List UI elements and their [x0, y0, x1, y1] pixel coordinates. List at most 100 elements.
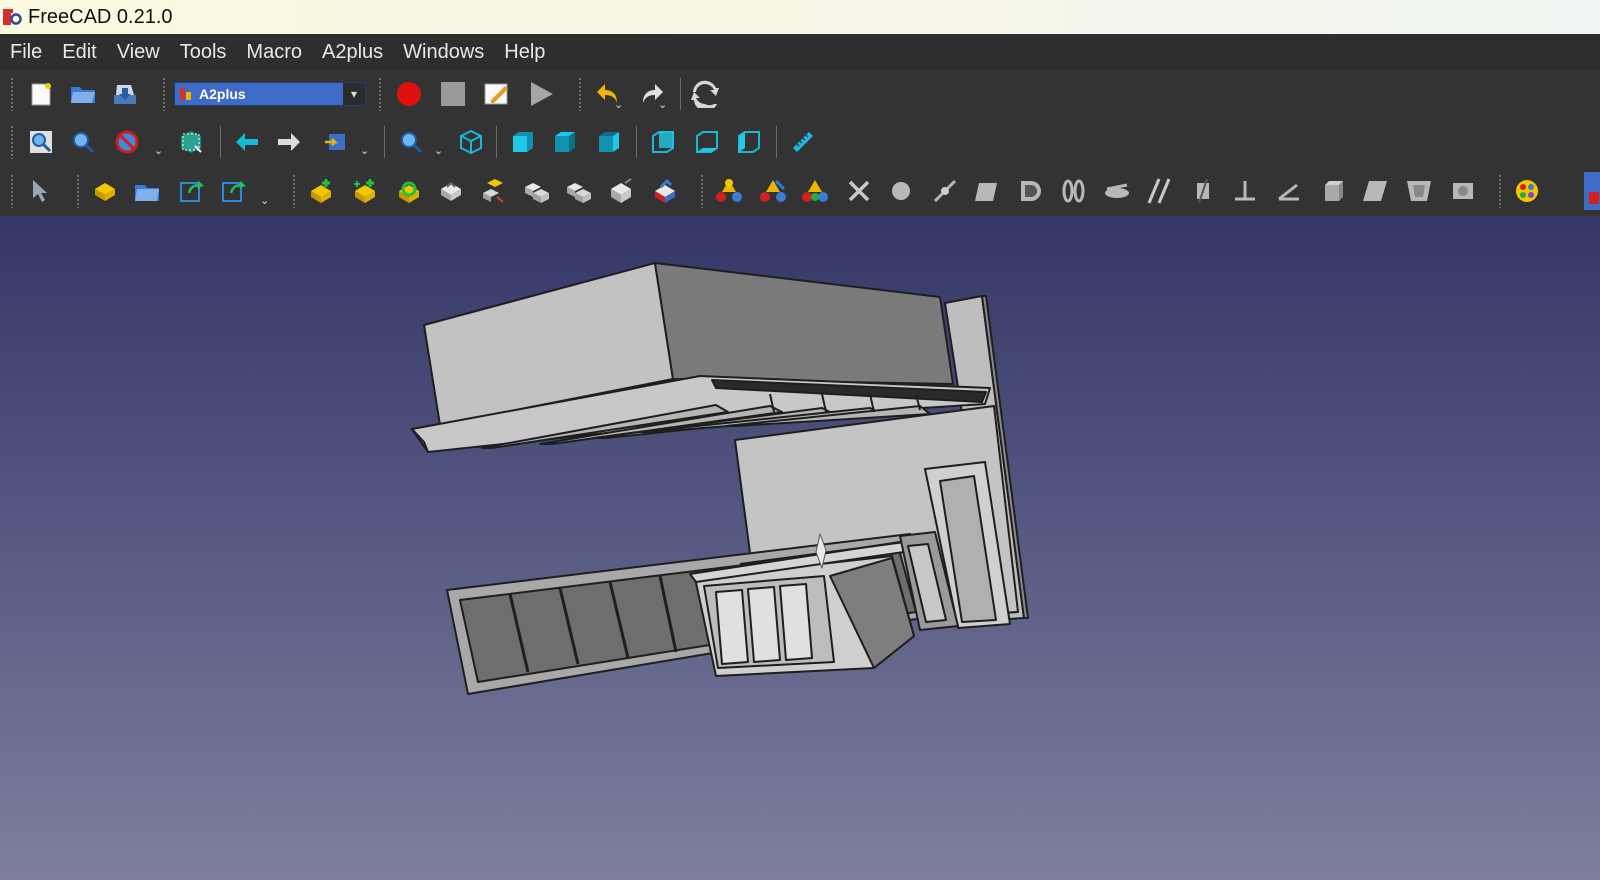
constraint-a-icon[interactable] — [650, 176, 680, 206]
a2plus-workbench-icon — [179, 86, 193, 102]
menu-tools[interactable]: Tools — [170, 34, 237, 70]
front-view-icon[interactable] — [508, 127, 538, 157]
back-icon[interactable] — [232, 127, 262, 157]
constraint-c-icon[interactable] — [758, 176, 788, 206]
axis-parallel-icon[interactable] — [1058, 176, 1088, 206]
add-part-icon[interactable] — [90, 176, 120, 206]
constraint-icon[interactable] — [436, 176, 466, 206]
macro-edit-icon[interactable] — [482, 79, 512, 109]
menu-a2plus[interactable]: A2plus — [312, 34, 393, 70]
toolbar-grip[interactable] — [292, 174, 296, 208]
axis-plane-parallel-icon[interactable] — [1102, 176, 1132, 206]
move-part-icon[interactable] — [606, 176, 636, 206]
toolbar-overflow-button[interactable] — [1584, 172, 1600, 210]
circular-edge-icon[interactable] — [972, 176, 1002, 206]
menu-view[interactable]: View — [107, 34, 170, 70]
toolbar-separator — [636, 126, 637, 158]
update-imports-icon[interactable] — [394, 176, 424, 206]
delete-constraints-icon[interactable] — [800, 176, 830, 206]
perpendicular-icon[interactable] — [1274, 176, 1304, 206]
toolbar-file: A2plus ▾ ⌄ ⌄ — [0, 70, 1600, 118]
workbench-selector-value: A2plus — [199, 86, 246, 102]
constraint-b-icon[interactable] — [714, 176, 744, 206]
forward-icon[interactable] — [274, 127, 304, 157]
toolbar-a2plus: ⌄ — [0, 166, 1600, 216]
toolbar-separator — [220, 126, 221, 158]
toolbar-grip[interactable] — [1498, 174, 1502, 208]
menu-file[interactable]: File — [0, 34, 52, 70]
add-part-green-icon[interactable] — [350, 176, 380, 206]
macro-record-icon[interactable] — [394, 79, 424, 109]
3d-viewport[interactable] — [0, 216, 1600, 880]
right-view-icon[interactable] — [594, 127, 624, 157]
toolbar-separator — [776, 126, 777, 158]
toolbar-grip[interactable] — [10, 174, 14, 208]
measure-distance-icon[interactable] — [788, 127, 818, 157]
new-part-icon[interactable] — [132, 176, 162, 206]
refresh-icon[interactable] — [690, 79, 720, 109]
menu-macro[interactable]: Macro — [236, 34, 312, 70]
draw-style-icon[interactable] — [112, 127, 142, 157]
save-document-icon[interactable] — [110, 79, 140, 109]
select-icon[interactable] — [26, 176, 56, 206]
toolbar-grip[interactable] — [10, 125, 14, 159]
parts-list-icon[interactable] — [522, 176, 552, 206]
freecad-logo-icon — [2, 7, 22, 27]
cube-view-icon[interactable] — [1448, 176, 1478, 206]
toolbar-grip[interactable] — [76, 174, 80, 208]
plane-coincident-icon[interactable] — [1188, 176, 1218, 206]
fit-selection-icon[interactable] — [68, 127, 98, 157]
edit-part-icon[interactable] — [176, 176, 206, 206]
angle-icon[interactable] — [1230, 176, 1260, 206]
open-document-icon[interactable] — [68, 79, 98, 109]
center-of-mass-icon[interactable] — [1404, 176, 1434, 206]
color-icon[interactable] — [1512, 176, 1542, 206]
bounding-box-icon[interactable] — [176, 127, 206, 157]
toolbar-view: ⌄ ⌄ ⌄ — [0, 118, 1600, 166]
fit-all-icon[interactable] — [26, 127, 56, 157]
angled-planes-icon[interactable] — [1144, 176, 1174, 206]
isometric-icon[interactable] — [456, 127, 486, 157]
plane-parallel-icon[interactable] — [1318, 176, 1348, 206]
toolbar-grip[interactable] — [10, 77, 14, 111]
rear-view-icon[interactable] — [648, 127, 678, 157]
recompute-icon[interactable] — [478, 176, 508, 206]
axis-coincident-icon[interactable] — [1016, 176, 1046, 206]
top-view-icon[interactable] — [550, 127, 580, 157]
menu-bar: File Edit View Tools Macro A2plus Window… — [0, 34, 1600, 70]
chevron-down-icon[interactable]: ⌄ — [434, 144, 443, 157]
toolbar-separator — [496, 126, 497, 158]
toolbar-grip[interactable] — [162, 77, 166, 111]
point-on-plane-icon[interactable] — [930, 176, 960, 206]
toolbar-grip[interactable] — [578, 77, 582, 111]
solver-icon[interactable] — [564, 176, 594, 206]
point-identity-icon[interactable] — [844, 176, 874, 206]
chevron-down-icon[interactable]: ⌄ — [260, 194, 269, 207]
window-title: FreeCAD 0.21.0 — [28, 5, 173, 28]
toolbar-grip[interactable] — [378, 77, 382, 111]
menu-windows[interactable]: Windows — [393, 34, 494, 70]
duplicate-part-icon[interactable] — [218, 176, 248, 206]
workbench-selector[interactable]: A2plus ▾ — [174, 82, 366, 106]
chevron-down-icon[interactable]: ⌄ — [658, 98, 667, 111]
chevron-down-icon[interactable]: ⌄ — [360, 144, 369, 157]
bottom-view-icon[interactable] — [692, 127, 722, 157]
3d-model[interactable] — [0, 216, 1600, 880]
menu-help[interactable]: Help — [494, 34, 555, 70]
add-part-plus-icon[interactable] — [306, 176, 336, 206]
chevron-down-icon[interactable]: ▾ — [343, 83, 365, 105]
new-document-icon[interactable] — [26, 79, 56, 109]
macro-stop-icon[interactable] — [438, 79, 468, 109]
std-views-icon[interactable] — [396, 127, 426, 157]
overflow-indicator-icon — [1589, 192, 1599, 204]
left-view-icon[interactable] — [734, 127, 764, 157]
chevron-down-icon[interactable]: ⌄ — [614, 98, 623, 111]
macro-run-icon[interactable] — [526, 79, 556, 109]
sphere-icon[interactable] — [1360, 176, 1390, 206]
toolbar-grip[interactable] — [700, 174, 704, 208]
toolbar-separator — [384, 126, 385, 158]
sync-view-icon[interactable] — [320, 127, 350, 157]
menu-edit[interactable]: Edit — [52, 34, 106, 70]
point-on-line-icon[interactable] — [886, 176, 916, 206]
chevron-down-icon[interactable]: ⌄ — [154, 144, 163, 157]
